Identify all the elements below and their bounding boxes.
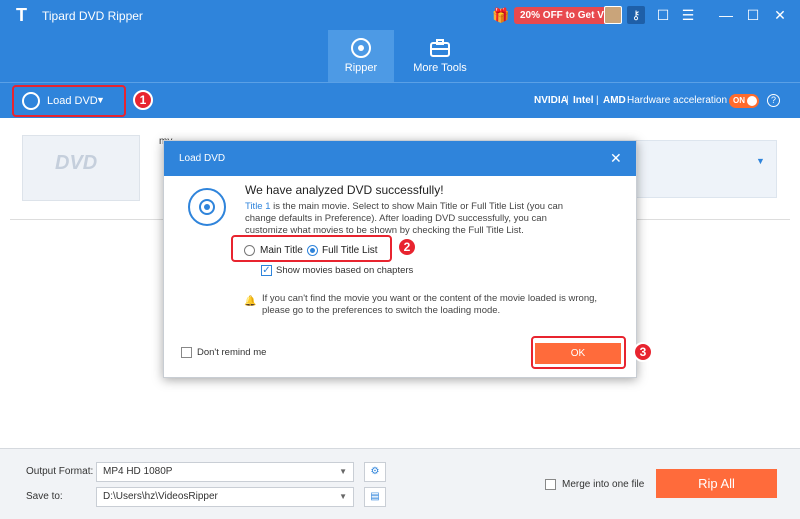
annotation-box-3 <box>531 336 626 369</box>
close-icon[interactable]: ✕ <box>770 5 790 25</box>
app-logo-icon: T <box>16 5 27 25</box>
annotation-badge-1: 1 <box>133 90 153 110</box>
dvd-logo: DVD <box>55 152 98 174</box>
tab-ripper[interactable]: Ripper <box>328 30 394 82</box>
gift-icon[interactable]: 🎁 <box>492 6 510 24</box>
save-to-label: Save to: <box>26 491 63 502</box>
tab-ripper-label: Ripper <box>344 62 378 74</box>
output-format-select[interactable]: MP4 HD 1080P ▼ <box>96 462 354 482</box>
output-format-label: Output Format: <box>26 466 94 477</box>
dvd-thumbnail: DVD <box>22 135 140 201</box>
merge-checkbox[interactable] <box>545 479 556 490</box>
avatar-icon[interactable] <box>604 6 622 24</box>
toolbox-icon <box>430 39 450 57</box>
dvd-status-icon <box>188 188 226 226</box>
hw-acceleration-label: Hardware acceleration <box>627 95 728 106</box>
ripper-icon <box>351 38 371 58</box>
toggle-label: ON <box>733 96 745 105</box>
app-title: Tipard DVD Ripper <box>42 9 143 23</box>
save-to-value: D:\Users\hz\VideosRipper <box>103 491 218 502</box>
hw-acceleration-toggle[interactable]: ON <box>729 94 759 108</box>
bottom-bar: Output Format: MP4 HD 1080P ▼ ⚙ Save to:… <box>0 448 800 519</box>
dialog-heading: We have analyzed DVD successfully! <box>245 183 444 197</box>
dialog-note: If you can't find the movie you want or … <box>262 293 598 316</box>
hw-nvidia: NVIDIA <box>534 95 568 106</box>
dialog-header: Load DVD ✕ <box>164 141 636 176</box>
folder-icon[interactable]: ▤ <box>364 487 386 507</box>
help-icon[interactable]: ? <box>767 94 780 107</box>
title-selector-panel <box>632 140 777 198</box>
key-icon[interactable]: ⚷ <box>627 6 645 24</box>
hw-separator: | <box>566 95 569 106</box>
save-to-field[interactable]: D:\Users\hz\VideosRipper ▼ <box>96 487 354 507</box>
dialog-title: Load DVD <box>179 153 226 164</box>
tab-more-tools[interactable]: More Tools <box>407 30 473 82</box>
toggle-knob <box>747 96 757 106</box>
tab-more-tools-label: More Tools <box>413 62 467 74</box>
chevron-down-icon[interactable]: ▼ <box>756 156 765 166</box>
show-chapters-checkbox[interactable]: ✓ <box>261 265 272 276</box>
main-title-link: Title 1 <box>245 201 271 212</box>
hw-intel: Intel <box>573 95 594 106</box>
dont-remind-label: Don't remind me <box>197 347 267 358</box>
close-icon[interactable]: ✕ <box>610 150 622 167</box>
rip-all-button[interactable]: Rip All <box>656 469 777 498</box>
chevron-down-icon: ▼ <box>339 467 347 476</box>
minimize-icon[interactable]: — <box>716 5 736 25</box>
hw-amd: AMD <box>603 95 626 106</box>
annotation-badge-3: 3 <box>633 342 653 362</box>
chevron-down-icon: ▼ <box>339 492 347 501</box>
maximize-icon[interactable]: ☐ <box>743 5 763 25</box>
annotation-box-2 <box>231 235 392 262</box>
main-tabs: Ripper More Tools <box>0 30 800 82</box>
merge-label: Merge into one file <box>562 479 645 490</box>
chat-icon[interactable]: ☐ <box>653 5 673 25</box>
output-format-value: MP4 HD 1080P <box>103 466 173 477</box>
dialog-description-text: is the main movie. Select to show Main T… <box>245 201 564 236</box>
annotation-box-1 <box>12 85 126 117</box>
dvd-status-dot <box>199 199 215 215</box>
annotation-badge-2: 2 <box>397 237 417 257</box>
dialog-description: Title 1 is the main movie. Select to sho… <box>245 201 575 237</box>
menu-icon[interactable]: ☰ <box>678 5 698 25</box>
title-bar: T Tipard DVD Ripper 🎁 20% OFF to Get VIP… <box>0 0 800 30</box>
format-settings-icon[interactable]: ⚙ <box>364 462 386 482</box>
bell-icon: 🔔 <box>244 296 257 307</box>
hw-separator: | <box>596 95 599 106</box>
dont-remind-checkbox[interactable] <box>181 347 192 358</box>
toolbar: Load DVD ▼ 1 NVIDIA | Intel | AMD Hardwa… <box>0 82 800 118</box>
show-chapters-label: Show movies based on chapters <box>276 265 414 276</box>
load-dvd-dialog: Load DVD ✕ We have analyzed DVD successf… <box>163 140 637 378</box>
